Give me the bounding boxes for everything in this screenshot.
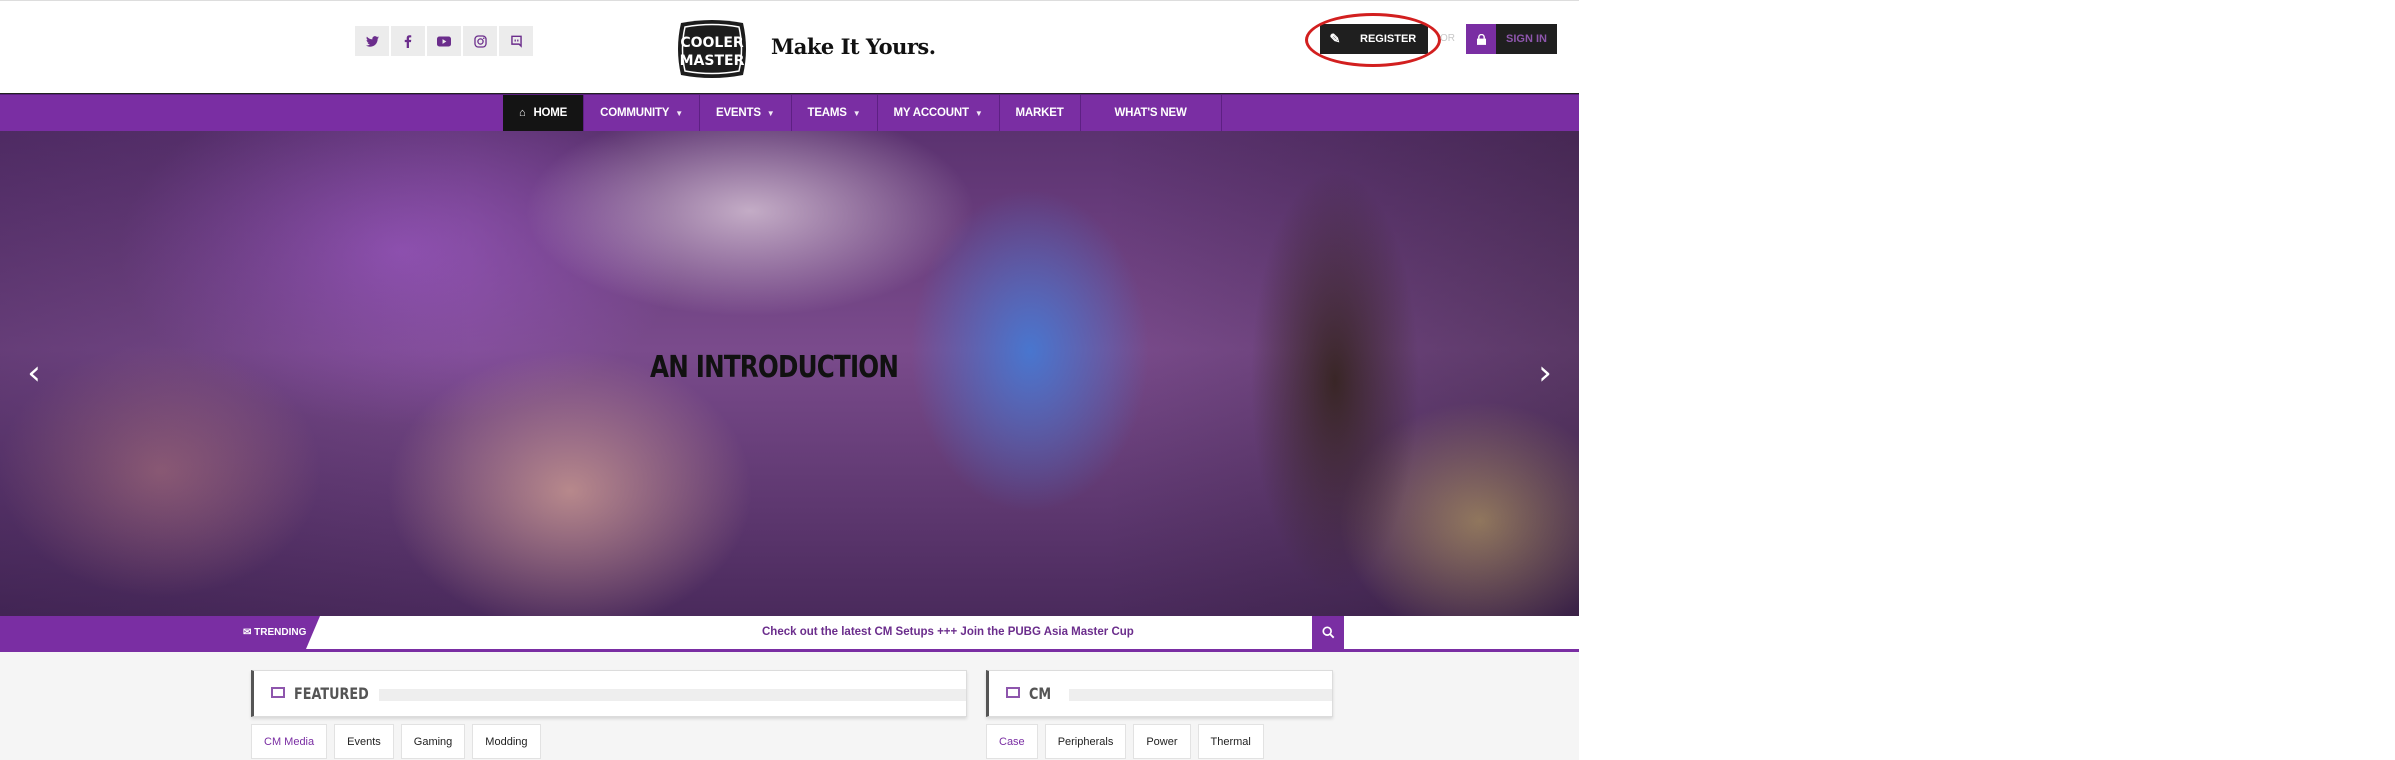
twitter-icon[interactable]: [355, 26, 389, 56]
tab-case[interactable]: Case: [986, 724, 1038, 759]
nav-label: WHAT'S NEW: [1114, 107, 1187, 119]
featured-title: FEATURED: [294, 684, 369, 703]
chevron-down-icon: ▼: [974, 108, 983, 118]
svg-text:COOLER: COOLER: [680, 35, 744, 51]
tab-gaming[interactable]: Gaming: [400, 724, 466, 759]
sign-in-label: SIGN IN: [1506, 33, 1547, 45]
chevron-down-icon: ▼: [766, 108, 775, 118]
or-separator: OR: [1440, 33, 1455, 44]
slider-prev-button[interactable]: ‹: [14, 353, 54, 393]
facebook-icon[interactable]: [391, 26, 425, 56]
divider: [1069, 689, 1332, 701]
highlight-annotation: [1305, 13, 1441, 67]
tab-peripherals[interactable]: Peripherals: [1044, 724, 1127, 759]
megaphone-icon: ✉: [243, 627, 252, 638]
chevron-down-icon: ▼: [675, 108, 683, 118]
site-page: COOLER MASTER Make It Yours. ✎ REGISTER …: [0, 0, 1579, 760]
youtube-icon[interactable]: [427, 26, 461, 56]
site-header: COOLER MASTER Make It Yours. ✎ REGISTER …: [0, 0, 1579, 95]
chevron-left-icon: ‹: [27, 353, 41, 393]
nav-item-events[interactable]: EVENTS ▼: [700, 95, 792, 131]
tab-modding[interactable]: Modding: [472, 724, 541, 759]
newspaper-icon: [1006, 687, 1020, 698]
slider-next-button[interactable]: ›: [1525, 353, 1565, 393]
lock-icon: [1466, 24, 1496, 54]
nav-label: EVENTS: [715, 107, 761, 119]
home-icon: ⌂: [519, 107, 526, 119]
main-nav: ⌂ HOME COMMUNITY ▼ EVENTS ▼ TEAMS ▼ MY A…: [0, 94, 1579, 132]
social-links: [355, 26, 533, 56]
trending-label: ✉ TRENDING: [243, 627, 306, 638]
nav-item-my-account[interactable]: MY ACCOUNT ▼: [878, 95, 1000, 131]
hero-title: AN INTRODUCTION: [650, 350, 899, 385]
chevron-down-icon: ▼: [852, 108, 861, 118]
nav-label: MY ACCOUNT: [893, 107, 970, 119]
cooler-master-logo[interactable]: COOLER MASTER: [673, 19, 751, 79]
nav-item-teams[interactable]: TEAMS ▼: [792, 95, 878, 131]
cm-panel-header: CM: [986, 670, 1333, 717]
cm-tabs: Case Peripherals Power Thermal: [986, 724, 1264, 759]
trending-ticker[interactable]: Check out the latest CM Setups +++ Join …: [762, 626, 1134, 638]
tab-events[interactable]: Events: [334, 724, 394, 759]
featured-tabs: CM Media Events Gaming Modding: [251, 724, 541, 759]
trending-bar: ✉ TRENDING Check out the latest CM Setup…: [0, 616, 1579, 652]
nav-label: HOME: [533, 107, 568, 119]
nav-item-whats-new[interactable]: WHAT'S NEW: [1081, 95, 1222, 131]
tab-thermal[interactable]: Thermal: [1197, 724, 1264, 759]
nav-label: COMMUNITY: [600, 107, 670, 119]
newspaper-icon: [271, 687, 285, 698]
nav-item-community[interactable]: COMMUNITY ▼: [584, 95, 700, 131]
featured-panel-header: FEATURED: [251, 670, 967, 717]
hero-slider[interactable]: AN INTRODUCTION ‹ ›: [0, 131, 1579, 616]
nav-item-market[interactable]: MARKET: [1000, 95, 1081, 131]
svg-text:MASTER: MASTER: [680, 53, 745, 69]
search-icon: [1321, 626, 1334, 639]
cm-title: CM: [1029, 684, 1052, 703]
discord-icon[interactable]: [499, 26, 533, 56]
sign-in-button[interactable]: SIGN IN: [1466, 24, 1557, 54]
nav-item-home[interactable]: ⌂ HOME: [503, 95, 585, 131]
nav-label: TEAMS: [807, 107, 847, 119]
search-button[interactable]: [1312, 616, 1344, 649]
tagline: Make It Yours.: [771, 34, 936, 59]
instagram-icon[interactable]: [463, 26, 497, 56]
nav-label: MARKET: [1015, 107, 1064, 119]
tab-power[interactable]: Power: [1133, 724, 1191, 759]
trending-label-text: TRENDING: [254, 627, 307, 638]
chevron-right-icon: ›: [1538, 353, 1552, 393]
tab-cm-media[interactable]: CM Media: [251, 724, 328, 759]
divider: [379, 689, 966, 701]
